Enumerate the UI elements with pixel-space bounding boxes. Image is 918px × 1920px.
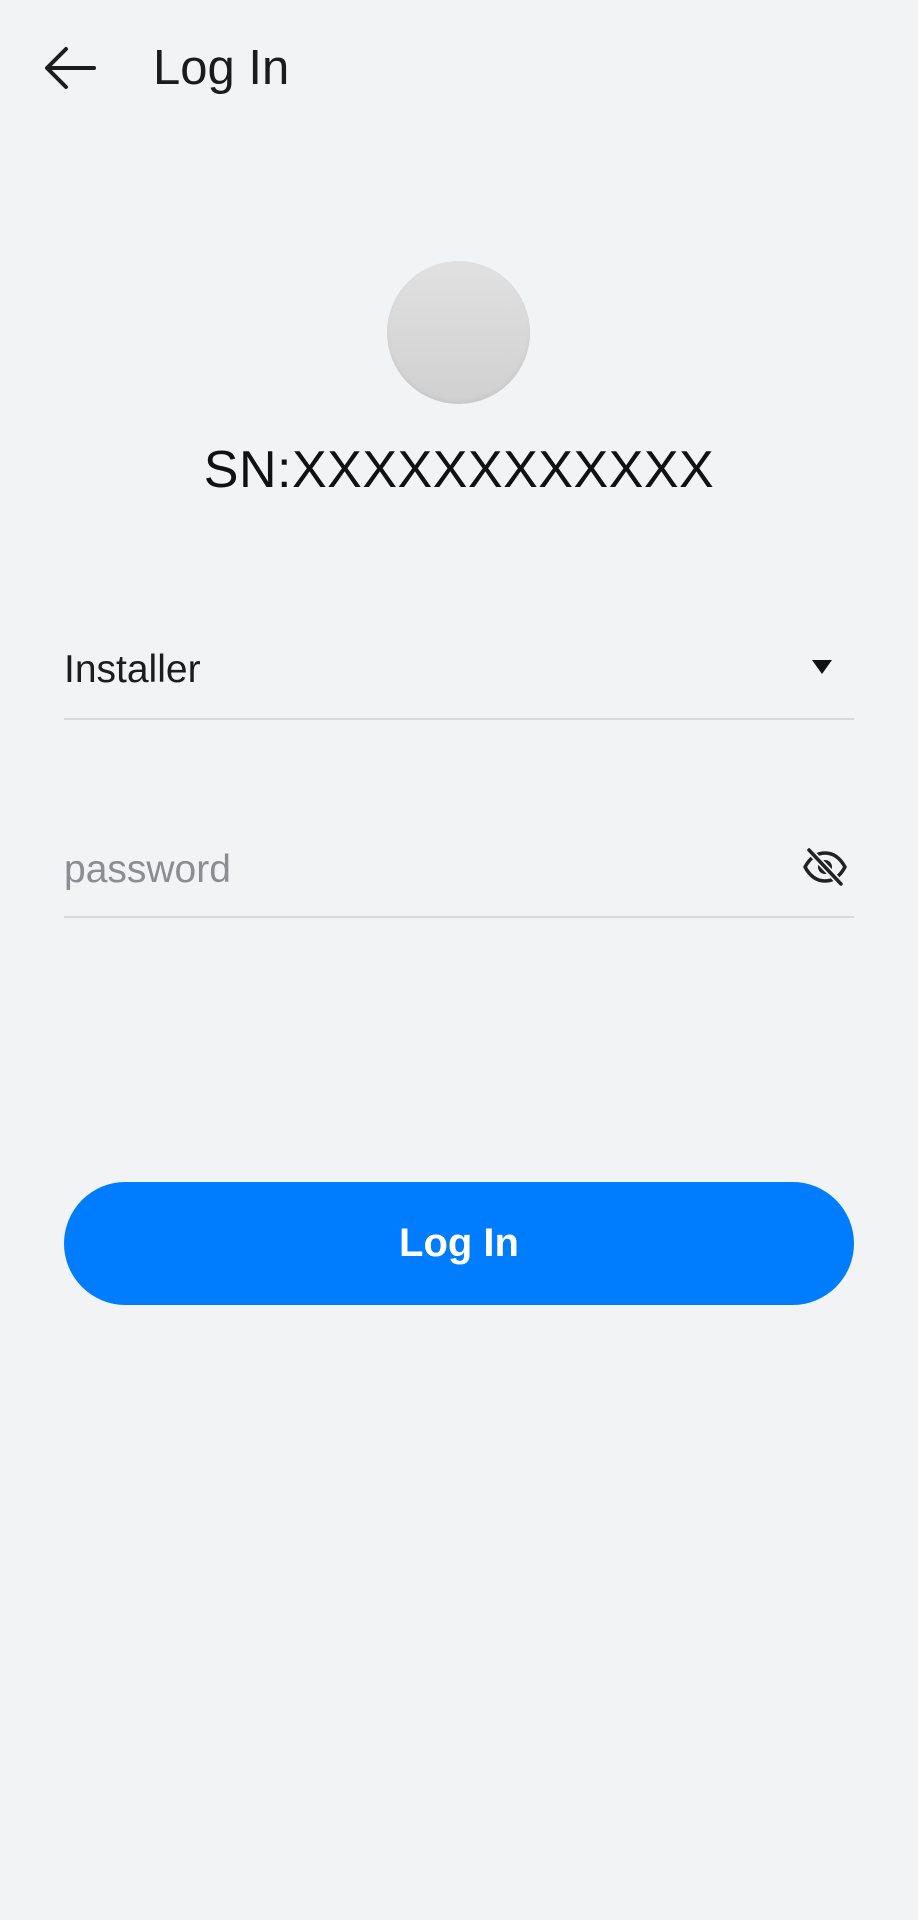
login-screen: Log In SN:XXXXXXXXXXXX Installer Log In [0, 0, 918, 1920]
top-bar: Log In [0, 0, 918, 140]
triangle-down-icon [812, 660, 832, 674]
login-button[interactable]: Log In [64, 1182, 854, 1305]
page-title: Log In [153, 41, 290, 95]
password-field [64, 830, 854, 918]
toggle-password-visibility-button[interactable] [800, 844, 850, 894]
arrow-left-icon [42, 40, 98, 101]
role-select[interactable]: Installer [64, 630, 854, 720]
role-selected-value: Installer [64, 648, 201, 691]
serial-number: SN:XXXXXXXXXXXX [203, 441, 715, 499]
eye-off-icon [802, 844, 848, 895]
password-input[interactable] [64, 840, 754, 900]
back-button[interactable] [30, 30, 110, 110]
device-avatar [387, 261, 530, 404]
